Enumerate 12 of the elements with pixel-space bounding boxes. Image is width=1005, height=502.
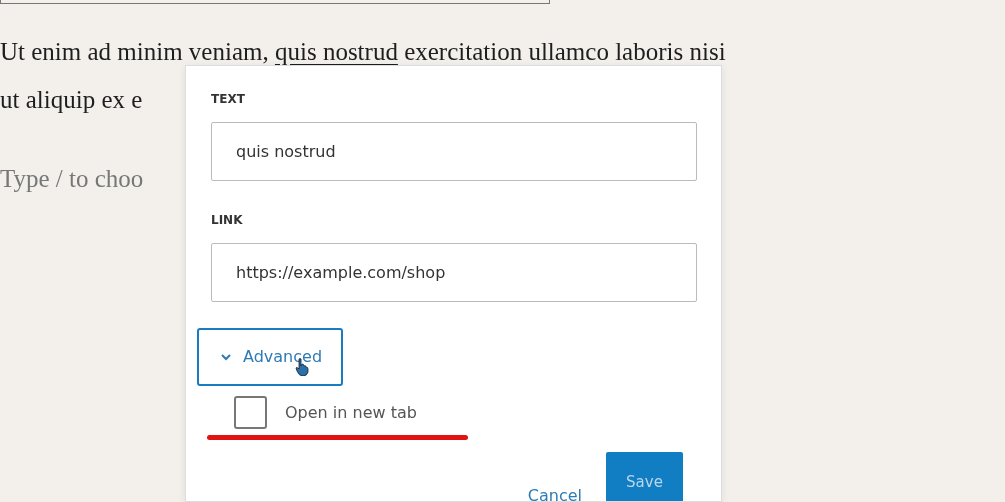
checkbox-label: Open in new tab bbox=[285, 401, 417, 424]
checkbox[interactable] bbox=[234, 396, 267, 429]
cancel-button[interactable]: Cancel bbox=[527, 484, 582, 501]
field-label: LINK bbox=[211, 212, 243, 229]
input-field[interactable]: quis nostrud bbox=[211, 122, 697, 181]
field-label: TEXT bbox=[211, 91, 245, 108]
paragraph-line: ut aliquip ex e bbox=[0, 85, 143, 115]
text-input[interactable]: Type / to choo bbox=[0, 165, 144, 192]
text-link[interactable]: quis nostrud bbox=[274, 38, 398, 65]
chevron-icon bbox=[221, 353, 231, 361]
advanced-toggle[interactable]: Advanced bbox=[197, 328, 343, 386]
input-field[interactable]: https://example.com/shop bbox=[211, 243, 697, 302]
